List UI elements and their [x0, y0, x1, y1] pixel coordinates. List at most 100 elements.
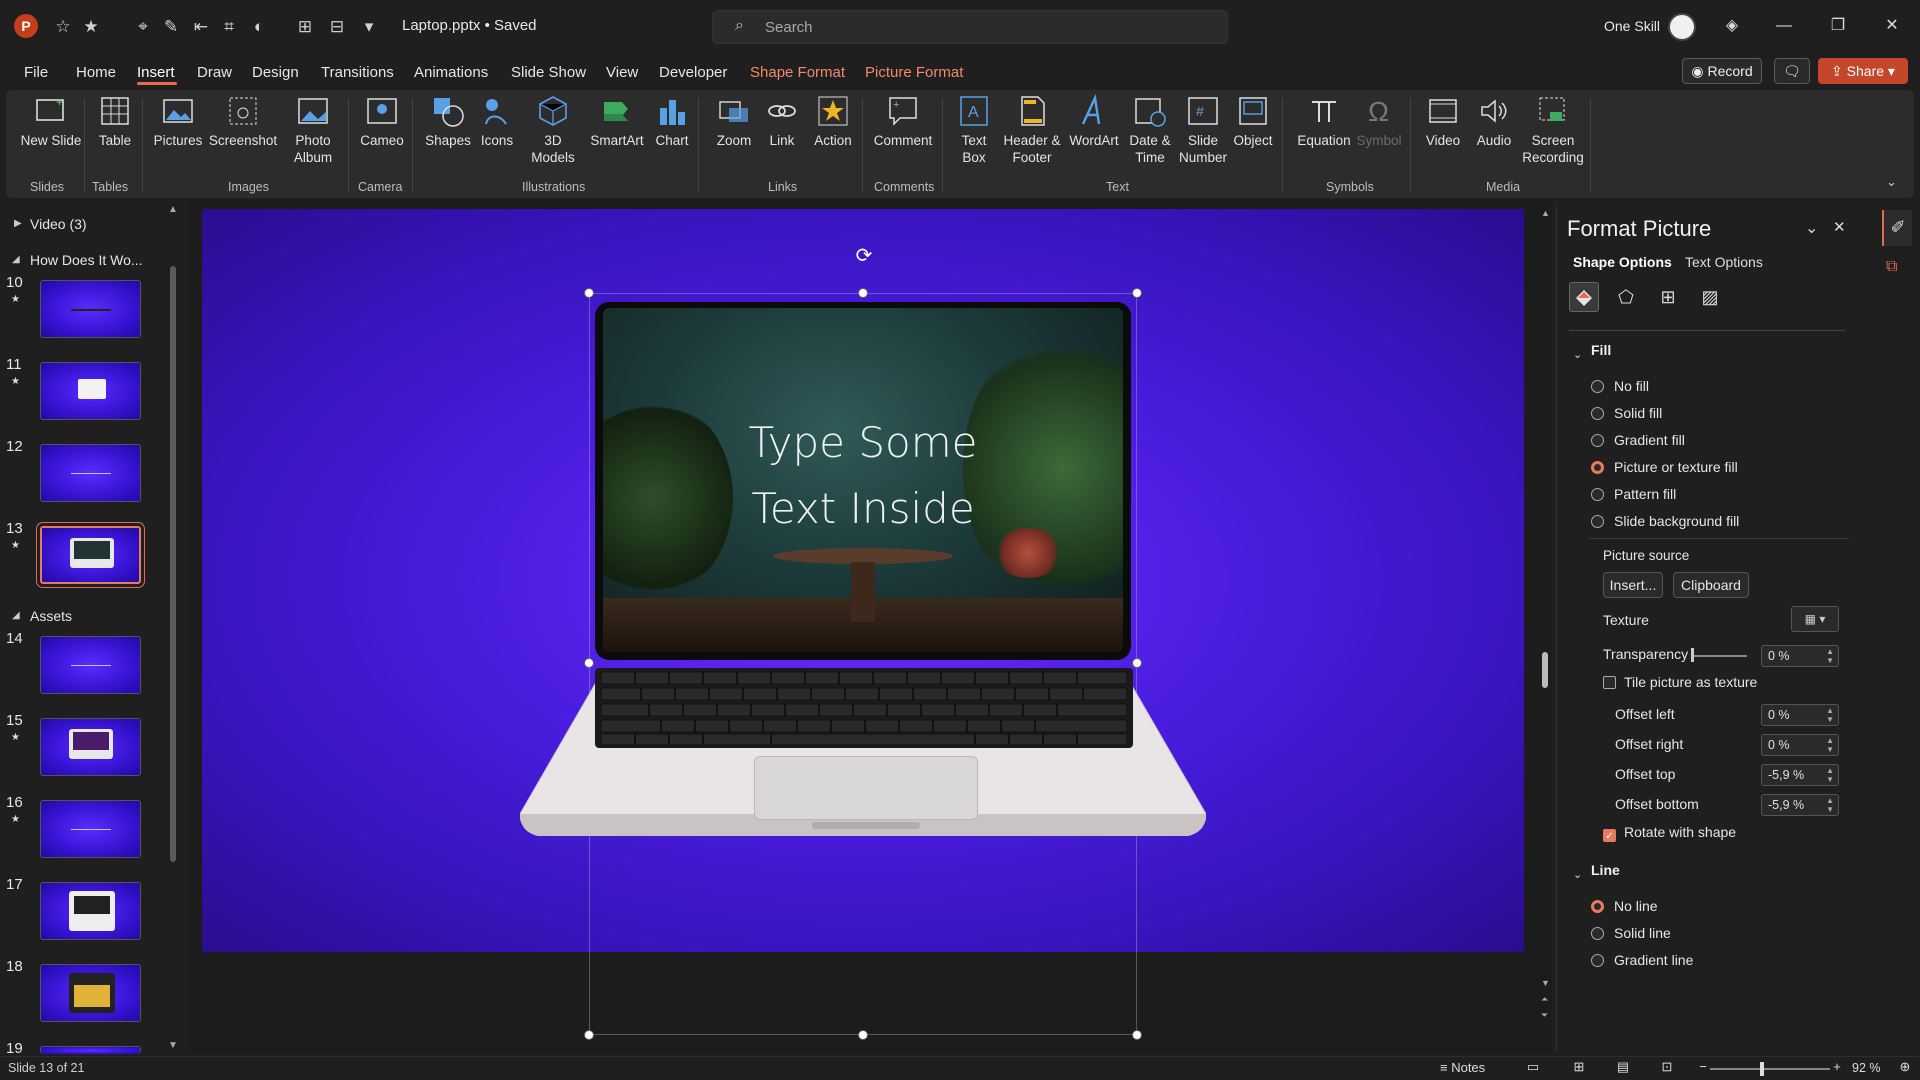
tab-home[interactable]: Home — [76, 64, 116, 81]
resize-handle[interactable] — [1132, 288, 1142, 298]
resize-handle[interactable] — [858, 1030, 868, 1040]
favorite-icon[interactable]: ★ — [80, 16, 102, 38]
tab-developer[interactable]: Developer — [659, 64, 727, 81]
slide-thumbnail[interactable] — [40, 882, 141, 940]
fill-expand-icon[interactable]: ⌄ — [1573, 348, 1582, 361]
resize-handle[interactable] — [1132, 658, 1142, 668]
table-button[interactable]: Table — [88, 94, 142, 149]
radio-pattern-fill[interactable]: Pattern fill — [1591, 486, 1676, 502]
tab-picture-format[interactable]: Picture Format — [865, 64, 963, 81]
text-box-button[interactable]: A Text Box — [950, 94, 998, 166]
scroll-down-icon[interactable]: ▼ — [168, 1040, 178, 1051]
diamond-icon[interactable]: ◈ — [1720, 14, 1744, 38]
draw-icon[interactable]: ✎ — [160, 16, 182, 38]
user-name[interactable]: One Skill — [1604, 18, 1660, 34]
tab-draw[interactable]: Draw — [197, 64, 232, 81]
picture-icon[interactable]: ▨ — [1695, 282, 1725, 312]
rotate-with-shape-checkbox[interactable]: ✓ Rotate with shape — [1603, 824, 1736, 842]
3d-models-button[interactable]: 3D Models — [522, 94, 584, 166]
screenshot-button[interactable]: Screenshot — [206, 94, 280, 149]
screen-text-line-1[interactable]: Type Some — [603, 418, 1123, 467]
audio-button[interactable]: Audio — [1472, 94, 1516, 149]
icons-button[interactable]: Icons — [472, 94, 522, 149]
customize-toolbar-icon[interactable]: ▾ — [358, 16, 380, 38]
slide-thumbnail-selected[interactable] — [37, 523, 144, 587]
line-section-title[interactable]: Line — [1591, 862, 1620, 878]
line-expand-icon[interactable]: ⌄ — [1573, 868, 1582, 881]
header-footer-button[interactable]: Header & Footer — [1000, 94, 1064, 166]
resize-handle[interactable] — [584, 658, 594, 668]
fill-line-icon[interactable] — [1569, 282, 1599, 312]
photo-album-button[interactable]: Photo Album — [282, 94, 344, 166]
size-properties-icon[interactable]: ⊞ — [1653, 282, 1683, 312]
video-button[interactable]: Video — [1418, 94, 1468, 149]
checkbox-checked[interactable]: ✓ — [1603, 829, 1616, 842]
rotate-handle-icon[interactable]: ⟳ — [852, 244, 876, 268]
new-slide-button[interactable]: + New Slide — [20, 94, 82, 149]
tab-file[interactable]: File — [24, 64, 48, 81]
resize-handle[interactable] — [1132, 1030, 1142, 1040]
radio-gradient-fill[interactable]: Gradient fill — [1591, 432, 1685, 448]
pictures-button[interactable]: Pictures — [148, 94, 208, 149]
radio-button[interactable] — [1591, 954, 1604, 967]
action-button[interactable]: Action — [806, 94, 860, 149]
align-icon[interactable]: ⇤ — [190, 16, 212, 38]
share-button[interactable]: ⇪ Share ▾ — [1818, 58, 1908, 84]
tab-design[interactable]: Design — [252, 64, 299, 81]
slide-thumbnail[interactable] — [40, 444, 141, 502]
spinner-arrows-icon[interactable]: ▲ ▼ — [1826, 706, 1834, 724]
tab-shape-options[interactable]: Shape Options — [1573, 254, 1672, 270]
tab-slide-show[interactable]: Slide Show — [511, 64, 586, 81]
radio-gradient-line[interactable]: Gradient line — [1591, 952, 1693, 968]
expand-section-icon[interactable]: ▶ — [14, 218, 22, 229]
present-icon[interactable]: ⌖ — [132, 16, 154, 38]
normal-view-icon[interactable]: ▭ — [1522, 1059, 1544, 1077]
slide-sorter-icon[interactable]: ⊞ — [1568, 1059, 1590, 1077]
object-button[interactable]: Object — [1228, 94, 1278, 149]
radio-slide-background-fill[interactable]: Slide background fill — [1591, 513, 1739, 529]
radio-picture-texture-fill[interactable]: Picture or texture fill — [1591, 459, 1738, 475]
fill-section-title[interactable]: Fill — [1591, 342, 1611, 358]
chart-button[interactable]: Chart — [646, 94, 698, 149]
radio-button[interactable] — [1591, 380, 1604, 393]
spinner-arrows-icon[interactable]: ▲ ▼ — [1826, 736, 1834, 754]
texture-dropdown[interactable]: ▦ ▾ — [1791, 606, 1839, 632]
spinner-arrows-icon[interactable]: ▲ ▼ — [1826, 766, 1834, 784]
tab-insert[interactable]: Insert — [137, 64, 175, 81]
offset-top-spinner[interactable]: -5,9 % ▲ ▼ — [1761, 764, 1839, 786]
collapse-ribbon-icon[interactable]: ⌄ — [1886, 174, 1897, 190]
search-input[interactable]: ⌕ Search — [712, 10, 1228, 44]
designer-icon[interactable]: ✐ — [1882, 210, 1912, 246]
tab-animations[interactable]: Animations — [414, 64, 488, 81]
comment-insert-button[interactable]: + Comment — [868, 94, 938, 149]
spinner-arrows-icon[interactable]: ▲ ▼ — [1826, 647, 1834, 665]
effects-pentagon-icon[interactable]: ⬠ — [1611, 282, 1641, 312]
minimize-button[interactable]: — — [1772, 14, 1796, 38]
offset-left-spinner[interactable]: 0 % ▲ ▼ — [1761, 704, 1839, 726]
reading-view-icon[interactable]: ▤ — [1612, 1059, 1634, 1077]
screen-recording-button[interactable]: Screen Recording — [1518, 94, 1588, 166]
radio-button[interactable] — [1591, 927, 1604, 940]
comments-button[interactable]: 🗨 — [1774, 58, 1810, 84]
transparency-slider[interactable] — [1691, 655, 1747, 657]
offset-bottom-spinner[interactable]: -5,9 % ▲ ▼ — [1761, 794, 1839, 816]
smartart-button[interactable]: SmartArt — [586, 94, 648, 149]
resize-handle[interactable] — [584, 1030, 594, 1040]
scroll-up-icon[interactable]: ▲ — [1541, 208, 1550, 218]
tab-transitions[interactable]: Transitions — [321, 64, 394, 81]
slide-thumbnail[interactable] — [40, 362, 141, 420]
radio-no-line[interactable]: No line — [1591, 898, 1658, 914]
tab-text-options[interactable]: Text Options — [1685, 254, 1763, 270]
equation-button[interactable]: Equation — [1292, 94, 1356, 149]
zoom-button[interactable]: Zoom — [708, 94, 760, 149]
zoom-in-icon[interactable]: + — [1826, 1059, 1848, 1077]
thumbnail-scrollbar[interactable] — [170, 266, 176, 862]
resize-handle[interactable] — [858, 288, 868, 298]
tile-picture-checkbox[interactable]: Tile picture as texture — [1603, 674, 1757, 690]
collapse-section-icon[interactable]: ◢ — [12, 254, 20, 265]
pane-close-icon[interactable]: ✕ — [1833, 218, 1846, 236]
next-slide-icon[interactable]: ⏷ — [1541, 1010, 1548, 1021]
link-button[interactable]: Link — [760, 94, 804, 149]
laptop-screen[interactable]: Type Some Text Inside — [595, 302, 1131, 660]
zoom-level[interactable]: 92 % — [1852, 1061, 1881, 1075]
